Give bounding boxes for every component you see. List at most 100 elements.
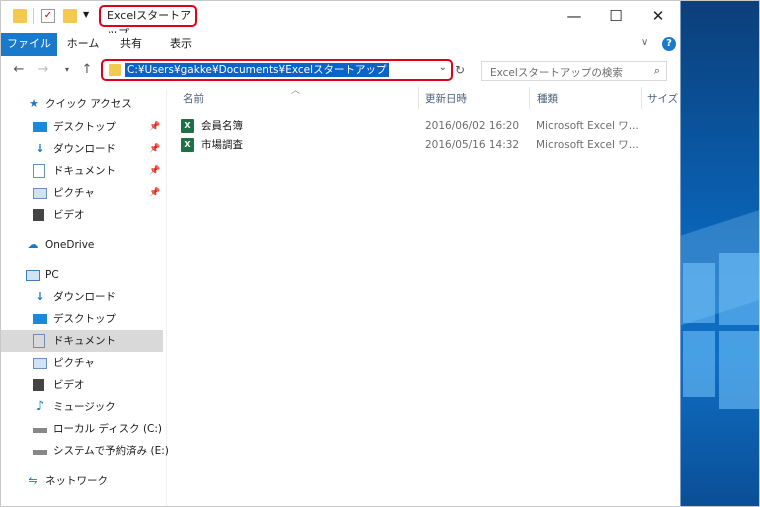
nav-pc-documents[interactable]: ドキュメント — [1, 330, 163, 352]
music-icon: ♪ — [35, 399, 45, 414]
address-path[interactable]: C:¥Users¥gakke¥Documents¥Excelスタートアップ — [125, 63, 389, 77]
nav-pc-local-disk[interactable]: ローカル ディスク (C:) — [1, 418, 163, 440]
folder-icon — [109, 64, 121, 76]
file-modified: 2016/06/02 16:20 — [425, 120, 520, 132]
file-row[interactable]: X 会員名簿 2016/06/02 16:20 Microsoft Excel … — [181, 116, 661, 136]
up-arrow-icon[interactable]: ↑ — [79, 62, 95, 78]
column-header-name[interactable]: 名前 — [183, 89, 204, 109]
nav-onedrive[interactable]: ☁ OneDrive — [1, 234, 163, 256]
video-icon — [33, 209, 44, 221]
tab-share[interactable]: 共有 — [111, 33, 151, 56]
nav-pc-desktop[interactable]: デスクトップ — [1, 308, 163, 330]
nav-label: デスクトップ — [53, 313, 116, 325]
nav-label: OneDrive — [45, 239, 95, 251]
disk-icon — [33, 450, 47, 455]
nav-label: PC — [45, 269, 59, 281]
maximize-button[interactable]: ☐ — [605, 6, 627, 26]
column-header-type[interactable]: 種類 — [537, 89, 558, 109]
customize-toolbar-icon[interactable]: ▼ — [83, 10, 89, 19]
file-modified: 2016/05/16 14:32 — [425, 139, 520, 151]
excel-file-icon: X — [181, 138, 194, 152]
address-row: ← → ▾ ↑ C:¥Users¥gakke¥Documents¥Excelスタ… — [1, 56, 680, 86]
nav-item-pictures[interactable]: ピクチャ 📌 — [1, 182, 163, 204]
forward-arrow-icon[interactable]: → — [35, 62, 51, 78]
pin-icon[interactable]: 📌 — [149, 138, 160, 160]
file-type: Microsoft Excel ワ... — [536, 120, 639, 132]
pin-icon[interactable]: 📌 — [149, 182, 160, 204]
search-input[interactable]: Excelスタートアップの検索 ⌕ — [481, 61, 667, 81]
nav-pc-music[interactable]: ♪ ミュージック — [1, 396, 163, 418]
nav-label: ピクチャ — [53, 187, 95, 199]
column-header-modified[interactable]: 更新日時 — [425, 89, 467, 109]
cloud-icon: ☁ — [27, 238, 39, 251]
close-button[interactable]: ✕ — [647, 6, 669, 26]
nav-pc-videos[interactable]: ビデオ — [1, 374, 163, 396]
help-icon[interactable]: ? — [662, 37, 676, 51]
document-icon — [33, 164, 45, 178]
disk-icon — [33, 428, 47, 433]
folder-icon — [13, 9, 27, 23]
address-bar[interactable]: C:¥Users¥gakke¥Documents¥Excelスタートアップ ⌄ — [101, 59, 453, 81]
minimize-button[interactable]: — — [563, 6, 585, 26]
nav-label: ピクチャ — [53, 357, 95, 369]
search-placeholder: Excelスタートアップの検索 — [490, 67, 623, 79]
excel-file-icon: X — [181, 119, 194, 133]
search-icon[interactable]: ⌕ — [654, 64, 660, 78]
download-icon: ↓ — [35, 142, 45, 155]
back-arrow-icon[interactable]: ← — [11, 62, 27, 78]
tab-view[interactable]: 表示 — [161, 33, 201, 56]
chevron-down-icon[interactable]: ⌄ — [439, 62, 447, 73]
download-icon: ↓ — [35, 290, 45, 303]
sort-ascending-icon: ︿ — [291, 86, 301, 96]
title-bar: ✓ ▼ Excelスタートアップ — ☐ ✕ — [1, 1, 680, 40]
nav-quick-access[interactable]: ★ クイック アクセス — [1, 93, 163, 115]
nav-pc[interactable]: PC — [1, 264, 163, 286]
desktop-icon — [33, 122, 47, 132]
file-type: Microsoft Excel ワ... — [536, 139, 639, 151]
pin-icon[interactable]: 📌 — [149, 160, 160, 182]
nav-item-documents[interactable]: ドキュメント 📌 — [1, 160, 163, 182]
nav-label: ミュージック — [53, 401, 116, 413]
desktop-icon — [33, 314, 47, 324]
nav-item-videos[interactable]: ビデオ — [1, 204, 163, 226]
video-icon — [33, 379, 44, 391]
ribbon-tabs: ファイル ホーム 共有 表示 ∨ ? — [1, 33, 680, 57]
nav-label: システムで予約済み (E:) — [53, 445, 169, 457]
nav-label: ビデオ — [53, 209, 85, 221]
star-icon: ★ — [29, 97, 39, 110]
document-icon — [33, 334, 45, 348]
file-row[interactable]: X 市場調査 2016/05/16 14:32 Microsoft Excel … — [181, 135, 661, 155]
navigation-pane: ★ クイック アクセス デスクトップ 📌 ↓ ダウンロード 📌 ドキュメント 📌… — [1, 89, 169, 506]
nav-item-downloads[interactable]: ↓ ダウンロード 📌 — [1, 138, 163, 160]
nav-label: ダウンロード — [53, 143, 116, 155]
nav-label: ネットワーク — [45, 475, 108, 487]
nav-label: クイック アクセス — [45, 98, 132, 110]
file-explorer-window: ✓ ▼ Excelスタートアップ — ☐ ✕ ファイル ホーム 共有 表示 ∨ … — [1, 1, 681, 506]
nav-label: ローカル ディスク (C:) — [53, 423, 163, 435]
new-folder-icon[interactable] — [63, 9, 77, 23]
picture-icon — [33, 188, 47, 199]
tab-home[interactable]: ホーム — [63, 33, 103, 56]
nav-label: ダウンロード — [53, 291, 116, 303]
network-icon: ⇋ — [28, 474, 38, 487]
picture-icon — [33, 358, 47, 369]
nav-label: ビデオ — [53, 379, 85, 391]
nav-label: デスクトップ — [53, 121, 116, 133]
column-header-size[interactable]: サイズ — [647, 89, 678, 109]
pin-icon[interactable]: 📌 — [149, 116, 160, 138]
screenshot-frame: ✓ ▼ Excelスタートアップ — ☐ ✕ ファイル ホーム 共有 表示 ∨ … — [0, 0, 760, 507]
properties-icon[interactable]: ✓ — [41, 9, 55, 23]
nav-pc-downloads[interactable]: ↓ ダウンロード — [1, 286, 163, 308]
window-title: Excelスタートアップ — [99, 5, 197, 40]
nav-network[interactable]: ⇋ ネットワーク — [1, 470, 163, 492]
nav-item-desktop[interactable]: デスクトップ 📌 — [1, 116, 163, 138]
refresh-icon[interactable]: ↻ — [455, 63, 465, 77]
nav-pc-pictures[interactable]: ピクチャ — [1, 352, 163, 374]
expand-ribbon-icon[interactable]: ∨ — [641, 37, 648, 48]
nav-label: ドキュメント — [53, 165, 116, 177]
tab-file[interactable]: ファイル — [1, 33, 57, 56]
nav-pc-reserved-disk[interactable]: システムで予約済み (E:) — [1, 440, 169, 462]
recent-locations-icon[interactable]: ▾ — [59, 62, 75, 78]
file-name: 会員名簿 — [201, 120, 243, 132]
desktop-background — [681, 1, 759, 506]
